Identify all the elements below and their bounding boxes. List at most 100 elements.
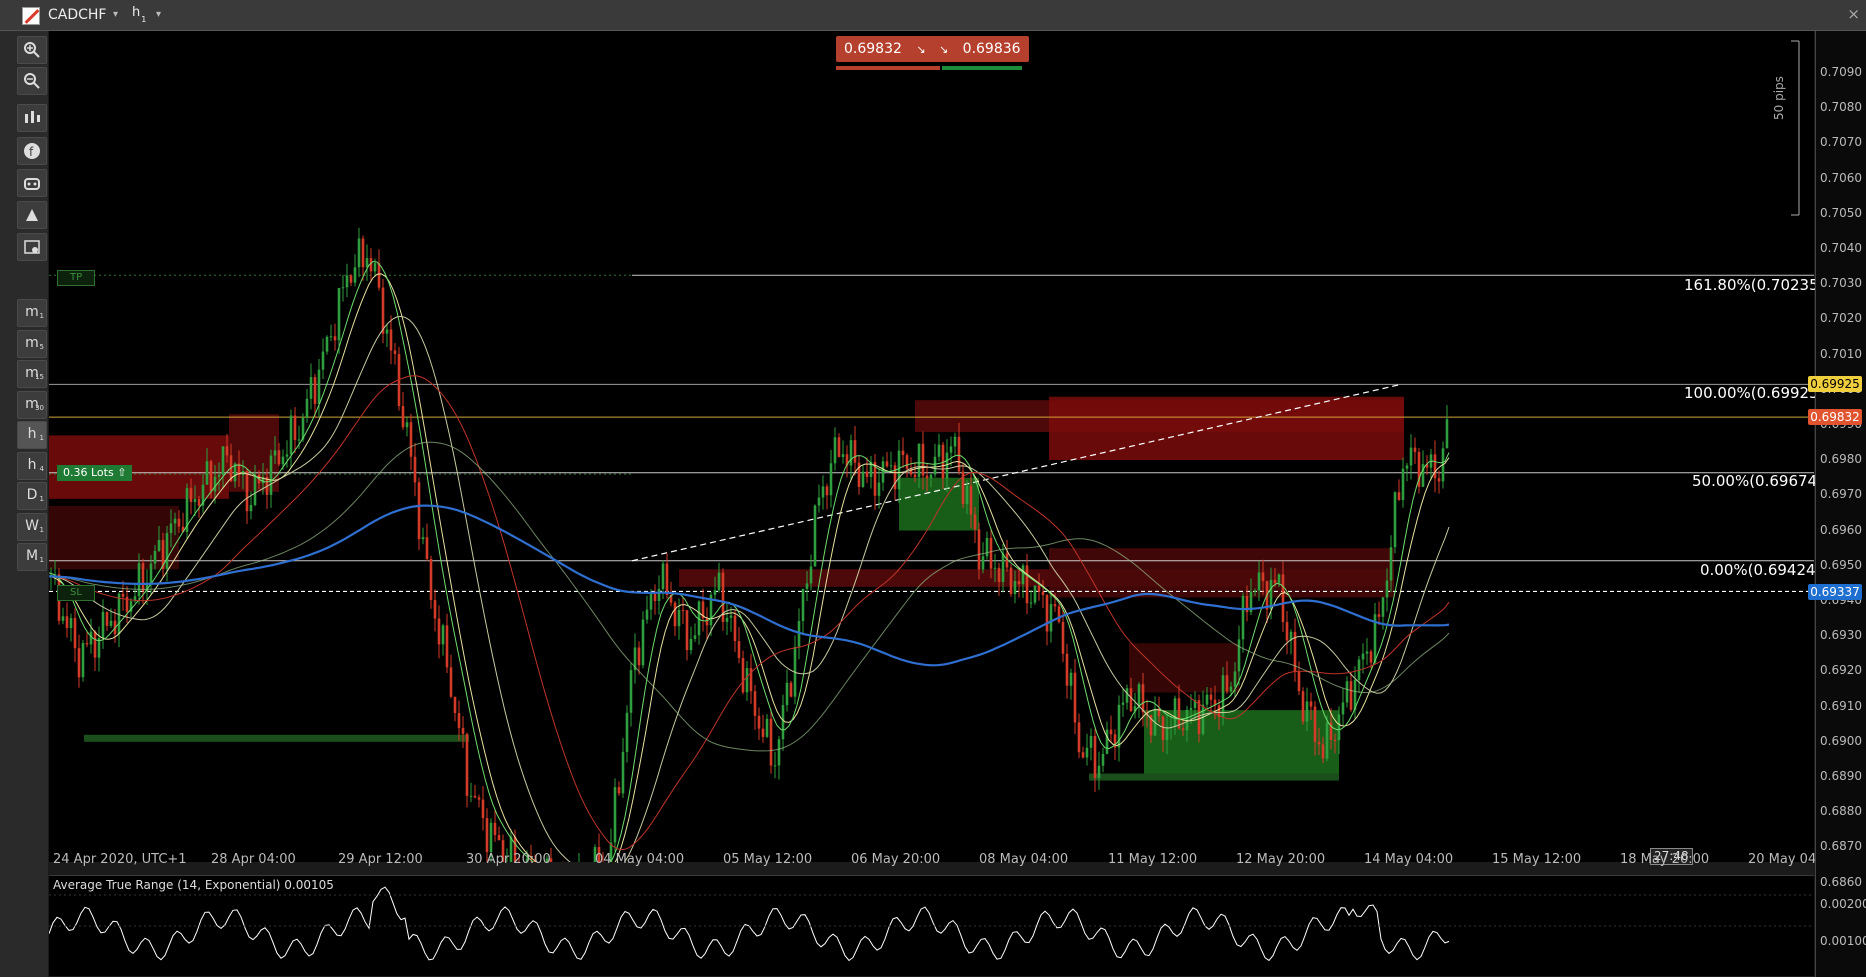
window-titlebar: CADCHF ▾ h1 ▾ × [0,0,1866,31]
candle-body [1121,702,1125,705]
candle-body [417,482,421,540]
candle-body [225,446,229,456]
candle-body [1173,698,1177,727]
candle-body [1253,590,1257,592]
symbol-dropdown-icon[interactable]: ▾ [113,9,118,20]
timeframe-selector[interactable]: h1 [132,5,146,24]
candle-body [953,436,957,447]
period-sub: 5 [39,342,44,351]
period-m15-button[interactable]: m 15 [17,360,47,388]
candle-body [1377,614,1381,617]
period-D1-button[interactable]: D1 [17,482,47,510]
candle-body [917,443,921,478]
candle-body [1341,702,1345,715]
period-sub: 1 [39,495,44,503]
candle-body [717,572,721,591]
candle-body [1165,727,1169,741]
period-label: W [25,517,39,534]
candle-body [193,499,197,502]
buy-quote-button[interactable]: ↘ 0.69836 [931,36,1029,62]
candle-body [1381,597,1385,617]
period-sub: 1 [39,556,44,564]
symbol-label[interactable]: CADCHF [48,7,107,23]
candle-body [1057,606,1061,622]
candle-body [65,616,69,628]
candle-body [965,485,969,505]
candle-body [945,452,949,479]
price-axis-label: 0.7040 [1820,241,1862,255]
period-m5-button[interactable]: m5 [17,329,47,358]
candle-body [1061,621,1065,654]
price-axis[interactable]: 0.7090 0.7080 0.7070 0.7060 0.7050 0.7040 0.70… [1815,31,1866,977]
price-axis-label: 0.7050 [1820,205,1862,220]
sell-quote-button[interactable]: 0.69832 ↘ [836,36,934,62]
candle-body [105,611,109,626]
candle-body [361,238,365,268]
candle-body [661,563,665,590]
close-icon[interactable]: × [1847,5,1860,23]
robot-icon[interactable] [17,169,47,197]
chart-type-icon[interactable] [17,104,47,132]
zoom-in-icon[interactable] [17,36,47,64]
candle-body [1177,698,1181,729]
candlestick-chart[interactable] [49,31,1814,862]
period-m1-button[interactable]: m1 [17,299,47,327]
bucket-icon[interactable] [17,201,47,229]
candle-body [905,455,909,469]
candle-body [1041,591,1045,596]
candle-body [69,618,73,628]
candle-body [841,454,845,457]
timeframe-dropdown-icon[interactable]: ▾ [156,9,161,20]
candle-body [893,465,897,490]
candle-body [157,540,161,551]
candle-body [781,705,785,740]
candle-body [1093,736,1097,778]
candle-body [1437,478,1441,482]
period-label: m [25,334,39,351]
period-m30-button[interactable]: m 30 [17,390,47,419]
fib-level-161: 161.80%(0.70235) [1684,276,1825,294]
candle-body [365,258,369,268]
candle-body [937,444,941,457]
candle-body [1101,753,1105,766]
position-lots-tag[interactable]: 0.36 Lots ⇧ [57,465,133,481]
period-sub: 1 [39,525,44,534]
fib-level-50: 50.00%(0.69674) [1692,472,1823,490]
price-axis-label: 0.7010 [1820,346,1862,361]
sell-price: 0.69832 [844,41,902,57]
price-axis-label: 0.7030 [1820,276,1862,291]
candle-body [829,463,833,496]
candle-body [929,474,933,479]
candle-body [77,648,81,678]
atr-title: Average True Range (14, Exponential) 0.0… [53,878,334,892]
candle-body [1225,675,1229,692]
candle-body [469,795,473,797]
period-h4-button[interactable]: h4 [17,451,47,480]
stop-loss-tag[interactable]: SL [57,585,95,601]
facebook-icon[interactable]: f [17,137,47,165]
period-W1-button[interactable]: W1 [17,512,47,541]
candle-body [853,440,857,463]
candle-body [621,751,625,794]
candle-body [401,406,405,428]
candle-body [977,529,981,570]
candle-body [777,739,781,766]
zoom-out-icon[interactable] [17,67,47,95]
candle-body [849,440,853,466]
period-h1-button[interactable]: h1 [17,421,47,449]
candle-body [629,670,633,713]
candle-body [1109,729,1113,735]
take-profit-tag[interactable]: TP [57,270,96,286]
period-M1-button[interactable]: M1 [17,543,47,571]
candle-body [1037,585,1041,592]
candle-body [1309,701,1313,707]
settings-chart-icon[interactable] [17,233,47,261]
candle-body [245,471,249,512]
candle-body [693,635,697,639]
candle-body [213,476,217,492]
price-chart[interactable] [49,31,1814,862]
candle-body [385,329,389,334]
candle-body [1029,602,1033,604]
price-axis-label: 0.6880 [1820,804,1862,819]
candle-body [421,537,425,540]
